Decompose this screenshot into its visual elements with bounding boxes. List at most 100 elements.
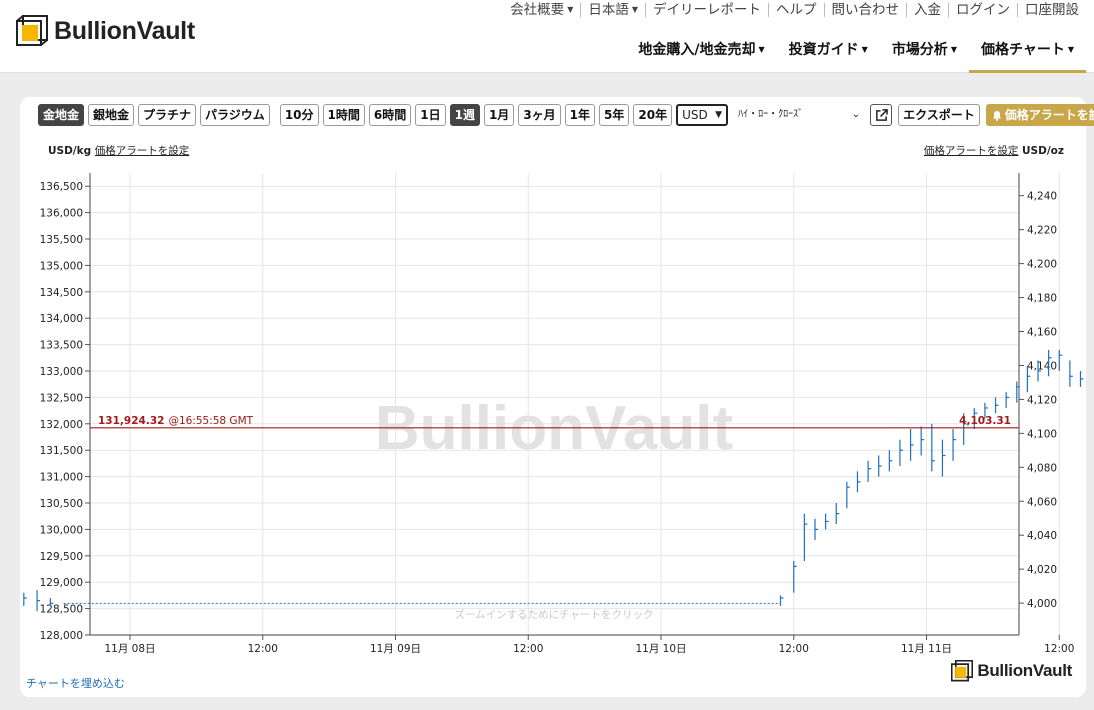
top-nav-item[interactable]: 口座開設 bbox=[1017, 3, 1086, 17]
metal-button[interactable]: プラチナ bbox=[138, 104, 197, 126]
y-right-tick-label: 4,240 bbox=[1027, 191, 1057, 203]
y-left-tick-label: 131,000 bbox=[40, 472, 83, 484]
main-nav-item[interactable]: 投資ガイド ▼ bbox=[777, 40, 880, 73]
y-right-tick-label: 4,200 bbox=[1027, 259, 1057, 271]
currency-value: USD bbox=[682, 108, 708, 122]
chart-type-select[interactable]: ﾊｲ・ﾛｰ・ｸﾛｰｽﾞ ⌄ bbox=[734, 104, 865, 126]
y-left-tick-label: 132,500 bbox=[40, 392, 83, 404]
range-button[interactable]: 10分 bbox=[279, 104, 319, 126]
x-tick-label: 12:00 bbox=[1044, 643, 1074, 655]
top-nav-item[interactable]: 問い合わせ bbox=[823, 3, 907, 17]
x-tick-label: 11月 08日 bbox=[104, 643, 155, 655]
left-unit-label: USD/kg 価格アラートを設定 bbox=[48, 143, 189, 158]
y-right-tick-label: 4,060 bbox=[1027, 496, 1057, 508]
current-price-oz-label: 4,103.31 bbox=[959, 415, 1011, 427]
y-right-tick-label: 4,040 bbox=[1027, 530, 1057, 542]
site-header: BullionVault 会社概要 ▼ 日本語 ▼ デイリーレポート ヘルプ 問い合わせ 入金… bbox=[0, 0, 1094, 73]
y-left-tick-label: 132,000 bbox=[40, 419, 83, 431]
brand-name: BullionVault bbox=[54, 16, 195, 45]
range-button[interactable]: 1月 bbox=[483, 104, 515, 126]
main-nav-item[interactable]: 市場分析 ▼ bbox=[880, 40, 969, 73]
top-utility-nav: 会社概要 ▼ 日本語 ▼ デイリーレポート ヘルプ 問い合わせ 入金 ログイン 口座開設 bbox=[503, 0, 1086, 20]
range-button[interactable]: 1年 bbox=[564, 104, 596, 126]
y-left-tick-label: 128,500 bbox=[40, 604, 83, 616]
price-chart[interactable]: 11月 08日 12:00 11月 09日 12:00 11月 10日 12:00 11月 … bbox=[20, 97, 1086, 697]
caret-down-icon: ▼ bbox=[950, 45, 957, 54]
y-left-tick-label: 135,000 bbox=[40, 260, 83, 272]
caret-down-icon: ▼ bbox=[1067, 45, 1074, 54]
chart-panel: 11月 08日 12:00 11月 09日 12:00 11月 10日 12:00 11月 … bbox=[20, 97, 1094, 697]
metal-button[interactable]: 銀地金 bbox=[88, 104, 135, 126]
top-nav-label: ヘルプ bbox=[776, 2, 817, 18]
y-right-tick-label: 4,220 bbox=[1027, 225, 1057, 237]
currency-select[interactable]: USD ▼ bbox=[676, 104, 729, 126]
popout-button[interactable] bbox=[870, 104, 893, 126]
range-button[interactable]: 3ヶ月 bbox=[518, 104, 561, 126]
right-alert-link[interactable]: 価格アラートを設定 bbox=[924, 145, 1019, 157]
y-left-tick-label: 131,500 bbox=[40, 445, 83, 457]
y-left-tick-label: 130,000 bbox=[40, 524, 83, 536]
chevron-down-icon: ⌄ bbox=[851, 109, 861, 120]
y-right-tick-label: 4,140 bbox=[1027, 360, 1057, 372]
main-nav-label: 市場分析 bbox=[891, 42, 948, 58]
caret-down-icon: ▼ bbox=[567, 5, 574, 14]
brand-logo[interactable]: BullionVault bbox=[16, 15, 195, 47]
y-right-tick-label: 4,160 bbox=[1027, 327, 1057, 339]
set-price-alert-button[interactable]: 価格アラートを設定 bbox=[985, 104, 1094, 126]
main-nav-item[interactable]: 地金購入/地金売却 ▼ bbox=[626, 40, 776, 73]
metal-button[interactable]: パラジウム bbox=[200, 104, 270, 126]
caret-down-icon: ▼ bbox=[758, 45, 765, 54]
y-left-tick-label: 134,500 bbox=[40, 287, 83, 299]
x-tick-label: 11月 09日 bbox=[370, 643, 421, 655]
bell-icon bbox=[992, 110, 1001, 121]
x-tick-label: 12:00 bbox=[513, 643, 543, 655]
range-button[interactable]: 1時間 bbox=[322, 104, 365, 126]
main-nav-label: 価格チャート bbox=[980, 42, 1065, 58]
y-left-tick-label: 129,000 bbox=[40, 577, 83, 589]
top-nav-label: 会社概要 bbox=[510, 2, 565, 18]
export-button[interactable]: エクスポート bbox=[898, 104, 980, 126]
footer-brand-logo[interactable]: BullionVault bbox=[951, 660, 1072, 682]
bullionvault-logo-icon bbox=[16, 15, 48, 46]
top-nav-item[interactable]: 会社概要 ▼ bbox=[503, 3, 580, 17]
top-nav-label: デイリーレポート bbox=[653, 2, 761, 18]
current-price-time: @16:55:58 GMT bbox=[168, 415, 253, 427]
x-tick-label: 12:00 bbox=[248, 643, 278, 655]
chart-toolbar: 金地金 銀地金 プラチナ パラジウム 10分 1時間 6時間 1日 1週 1月 3ヶ月 1年 5年 20年… bbox=[38, 103, 1094, 127]
left-unit: USD/kg bbox=[48, 145, 92, 157]
top-nav-item[interactable]: ログイン bbox=[948, 3, 1017, 17]
x-tick-label: 11月 11日 bbox=[901, 643, 952, 655]
range-button[interactable]: 1週 bbox=[449, 104, 480, 126]
chart-watermark: BullionVault bbox=[375, 394, 733, 463]
range-button[interactable]: 20年 bbox=[633, 104, 673, 126]
main-nav-label: 投資ガイド bbox=[788, 42, 859, 58]
y-left-tick-label: 128,000 bbox=[40, 630, 83, 642]
metal-button[interactable]: 金地金 bbox=[38, 104, 85, 126]
top-nav-item[interactable]: 日本語 ▼ bbox=[580, 3, 645, 17]
y-right-tick-label: 4,100 bbox=[1027, 428, 1057, 440]
range-button[interactable]: 6時間 bbox=[368, 104, 412, 126]
right-unit-label: 価格アラートを設定 USD/oz bbox=[924, 143, 1064, 158]
top-nav-item[interactable]: ヘルプ bbox=[768, 3, 824, 17]
left-alert-link[interactable]: 価格アラートを設定 bbox=[95, 145, 190, 157]
caret-down-icon: ▼ bbox=[631, 5, 638, 14]
y-right-tick-label: 4,000 bbox=[1027, 598, 1057, 610]
x-tick-label: 12:00 bbox=[779, 643, 809, 655]
alert-label: 価格アラートを設定 bbox=[1004, 108, 1094, 122]
y-left-tick-label: 133,500 bbox=[40, 340, 83, 352]
embed-chart-link[interactable]: チャートを埋め込む bbox=[26, 675, 125, 691]
range-button[interactable]: 5年 bbox=[599, 104, 630, 126]
bullionvault-logo-icon bbox=[951, 660, 974, 682]
main-nav-label: 地金購入/地金売却 bbox=[638, 42, 756, 58]
top-nav-item[interactable]: デイリーレポート bbox=[645, 3, 768, 17]
chart-type-value: ﾊｲ・ﾛｰ・ｸﾛｰｽﾞ bbox=[738, 109, 804, 120]
chevron-down-icon: ▼ bbox=[715, 110, 723, 120]
current-price-kg: 131,924.32 bbox=[98, 415, 164, 427]
top-nav-item[interactable]: 入金 bbox=[906, 3, 948, 17]
y-left-tick-label: 135,500 bbox=[40, 234, 83, 246]
top-nav-label: 入金 bbox=[914, 2, 941, 18]
range-button[interactable]: 1日 bbox=[415, 104, 446, 126]
right-unit: USD/oz bbox=[1022, 145, 1064, 157]
main-nav-item[interactable]: 価格チャート ▼ bbox=[968, 40, 1086, 73]
y-right-tick-label: 4,120 bbox=[1027, 394, 1057, 406]
